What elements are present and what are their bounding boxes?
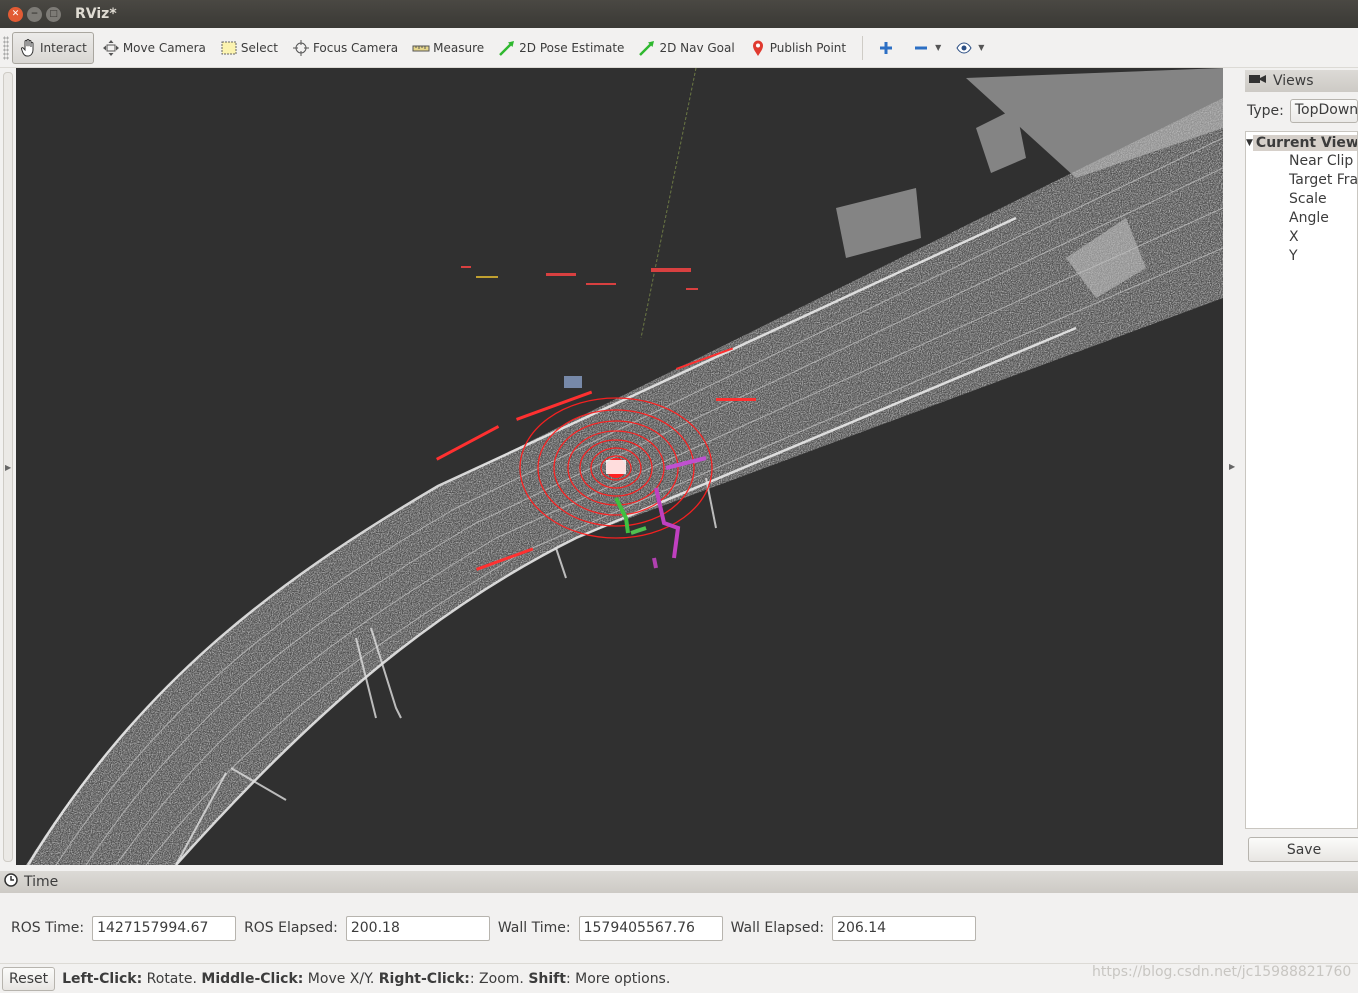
view-type-select[interactable]: TopDownOrtho (1289, 99, 1358, 123)
tool-visibility-button[interactable]: ▼ (949, 32, 990, 64)
property-target-frame[interactable]: Target Fra (1246, 171, 1357, 190)
views-panel: Views Type: TopDownOrtho ▼ Current View … (1245, 68, 1358, 868)
wall-time-label: Wall Time: (497, 920, 571, 936)
chevron-right-icon[interactable]: ▶ (5, 463, 11, 472)
select-icon (220, 39, 238, 57)
focus-camera-tool-button[interactable]: Focus Camera (286, 32, 404, 64)
plus-icon (877, 39, 895, 57)
pose-estimate-tool-label: 2D Pose Estimate (519, 40, 625, 55)
hint-rotate: Rotate. (142, 970, 202, 987)
move-camera-tool-label: Move Camera (122, 40, 206, 55)
current-view-item[interactable]: ▼ Current View (1246, 133, 1357, 152)
maximize-window-icon[interactable]: □ (46, 6, 61, 22)
title-bar: ✕ − □ RViz* (0, 0, 1358, 28)
hint-right-click: Right-Click: (378, 970, 470, 987)
ros-time-label: ROS Time: (11, 920, 85, 936)
property-x[interactable]: X (1246, 228, 1357, 247)
window-title: RViz* (75, 6, 117, 22)
time-panel-title: Time (24, 874, 59, 890)
add-tool-button[interactable] (871, 32, 904, 64)
current-view-label: Current View (1252, 134, 1357, 151)
wall-elapsed-field[interactable]: 206.14 (832, 915, 977, 941)
toolbar-separator (862, 35, 864, 60)
ruler-icon (412, 39, 430, 57)
hint-middle-click: Middle-Click: (201, 970, 304, 987)
chevron-right-icon[interactable]: ▶ (1229, 462, 1235, 471)
watermark-text: https://blog.csdn.net/jc15988821760 (1092, 964, 1352, 980)
measure-tool-label: Measure (433, 40, 485, 55)
point-cloud-render (26, 68, 1223, 865)
property-scale[interactable]: Scale (1246, 190, 1357, 209)
select-tool-button[interactable]: Select (214, 32, 284, 64)
hint-more: : More options. (565, 970, 671, 987)
view-type-label: Type: (1247, 103, 1284, 119)
camera-icon (1249, 73, 1267, 89)
pose-estimate-tool-button[interactable]: 2D Pose Estimate (492, 32, 630, 64)
views-panel-title: Views (1273, 73, 1314, 89)
interact-tool-label: Interact (40, 40, 87, 55)
time-panel-header[interactable]: Time (0, 871, 1358, 893)
map-pin-icon (749, 39, 767, 57)
status-hint: Left-Click: Rotate. Middle-Click: Move X… (62, 971, 670, 987)
eye-icon (955, 39, 973, 57)
wall-elapsed-label: Wall Elapsed: (730, 920, 825, 936)
minimize-window-icon[interactable]: − (27, 6, 42, 22)
focus-camera-icon (292, 39, 310, 57)
hint-zoom: : Zoom. (469, 970, 529, 987)
move-camera-icon (102, 39, 120, 57)
nav-goal-tool-button[interactable]: 2D Nav Goal (632, 32, 740, 64)
clock-icon (4, 873, 18, 891)
move-camera-tool-button[interactable]: Move Camera (96, 32, 212, 64)
left-dock-collapsed[interactable]: ▶ (0, 68, 16, 865)
property-near-clip[interactable]: Near Clip D (1246, 152, 1357, 171)
reset-button[interactable]: Reset (2, 966, 56, 991)
interact-tool-button[interactable]: Interact (12, 31, 94, 64)
property-angle[interactable]: Angle (1246, 209, 1357, 228)
ros-time-field[interactable]: 1427157994.67 (92, 915, 237, 941)
select-tool-label: Select (240, 40, 278, 55)
property-y[interactable]: Y (1246, 247, 1357, 266)
remove-tool-button[interactable]: ▼ (906, 32, 947, 64)
hint-left-click: Left-Click: (62, 970, 143, 987)
tool-toolbar: Interact Move Camera Select Focus Camera… (0, 28, 1358, 68)
green-arrow-icon (498, 39, 516, 57)
ros-elapsed-field[interactable]: 200.18 (345, 915, 490, 941)
views-panel-header[interactable]: Views (1245, 70, 1358, 92)
nav-goal-tool-label: 2D Nav Goal (659, 40, 735, 55)
ros-elapsed-label: ROS Elapsed: (244, 920, 338, 936)
triangle-down-icon[interactable]: ▼ (1246, 138, 1253, 148)
hint-move: Move X/Y. (303, 970, 379, 987)
publish-point-tool-button[interactable]: Publish Point (743, 32, 852, 64)
toolbar-grip-handle[interactable] (3, 35, 9, 60)
publish-point-tool-label: Publish Point (769, 40, 847, 55)
close-window-icon[interactable]: ✕ (8, 6, 23, 22)
time-fields-row: ROS Time: 1427157994.67 ROS Elapsed: 200… (0, 893, 1358, 963)
green-arrow-icon (638, 39, 656, 57)
wall-time-field[interactable]: 1579405567.76 (578, 915, 723, 941)
render-viewport[interactable] (16, 68, 1223, 865)
right-dock-splitter[interactable]: ▶ (1223, 68, 1245, 865)
measure-tool-button[interactable]: Measure (406, 32, 490, 64)
view-properties-tree[interactable]: ▼ Current View Near Clip D Target Fra Sc… (1245, 131, 1358, 829)
minus-icon (912, 39, 930, 57)
chevron-down-icon: ▼ (978, 43, 985, 52)
hint-shift: Shift (528, 970, 566, 987)
focus-camera-tool-label: Focus Camera (312, 40, 399, 55)
save-view-button[interactable]: Save (1248, 837, 1358, 862)
hand-icon (19, 38, 37, 57)
view-type-row: Type: TopDownOrtho (1245, 96, 1358, 126)
chevron-down-icon: ▼ (935, 43, 942, 52)
